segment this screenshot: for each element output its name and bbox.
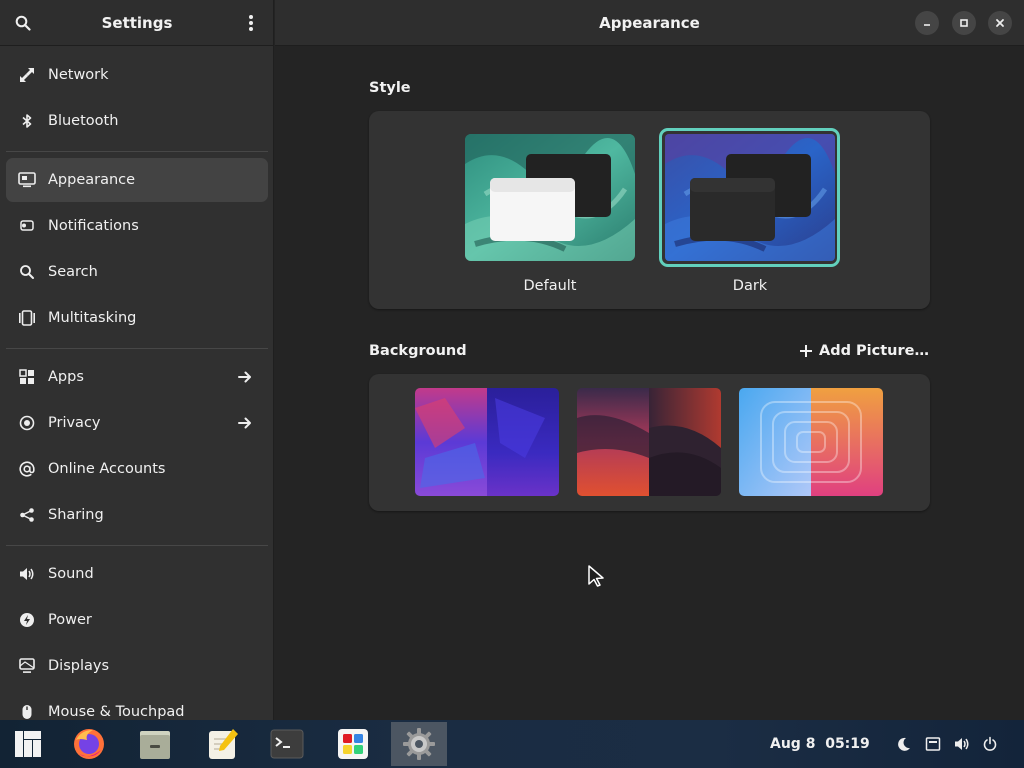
plus-icon <box>800 345 812 357</box>
sidebar-item-label: Network <box>48 67 109 83</box>
minimize-button[interactable] <box>915 11 939 35</box>
sidebar-item-multitasking[interactable]: Multitasking <box>6 296 268 340</box>
add-picture-label: Add Picture… <box>819 343 929 359</box>
settings-icon <box>403 728 435 760</box>
sidebar-item-label: Displays <box>48 658 110 674</box>
sidebar: Settings Network Bluetooth Appearance No… <box>0 0 274 720</box>
software-icon <box>338 729 368 759</box>
volume-icon[interactable] <box>953 735 971 753</box>
sidebar-item-sound[interactable]: Sound <box>6 552 268 596</box>
taskbar-clock[interactable]: Aug 8 05:19 <box>770 736 870 752</box>
taskbar-app-text-editor[interactable] <box>195 722 251 766</box>
default-style-preview <box>465 134 635 261</box>
night-light-icon[interactable] <box>895 735 913 753</box>
search-icon <box>18 263 36 281</box>
sidebar-item-label: Privacy <box>48 415 101 431</box>
menu-icon[interactable] <box>241 13 261 33</box>
clock-time: 05:19 <box>825 736 870 752</box>
style-option-label: Dark <box>732 278 768 294</box>
sidebar-item-appearance[interactable]: Appearance <box>6 158 268 202</box>
maximize-button[interactable] <box>952 11 976 35</box>
files-icon <box>140 731 170 759</box>
taskbar-app-files[interactable] <box>127 722 183 766</box>
sidebar-item-label: Multitasking <box>48 310 137 326</box>
appearance-icon <box>18 171 36 189</box>
wallpaper-thumbnail[interactable] <box>415 388 559 496</box>
sidebar-item-label: Appearance <box>48 172 136 188</box>
sidebar-item-label: Search <box>48 264 98 280</box>
sidebar-item-apps[interactable]: Apps <box>6 355 268 399</box>
sharing-icon <box>18 506 36 524</box>
apps-icon <box>18 368 36 386</box>
sidebar-item-label: Sharing <box>48 507 104 523</box>
taskbar-app-firefox[interactable] <box>61 722 117 766</box>
sound-icon <box>18 565 36 583</box>
clock-date: Aug 8 <box>770 736 816 752</box>
style-option-label: Default <box>523 278 577 294</box>
arrow-right-icon <box>236 414 254 432</box>
sidebar-item-notifications[interactable]: Notifications <box>6 204 268 248</box>
sidebar-divider <box>6 151 268 152</box>
sidebar-item-bluetooth[interactable]: Bluetooth <box>6 99 268 143</box>
bluetooth-icon <box>18 112 36 130</box>
page-title: Appearance <box>599 14 700 32</box>
sidebar-header: Settings <box>0 0 273 46</box>
dark-style-preview <box>665 134 835 261</box>
style-card: Default Dark <box>369 111 930 309</box>
style-section-label: Style <box>369 80 411 96</box>
network-wired-icon[interactable] <box>924 735 942 753</box>
sidebar-item-power[interactable]: Power <box>6 598 268 642</box>
background-section-label: Background <box>369 343 467 359</box>
close-button[interactable] <box>988 11 1012 35</box>
network-icon <box>18 66 36 84</box>
taskbar-app-settings[interactable] <box>391 722 447 766</box>
wallpaper-thumbnail[interactable] <box>577 388 721 496</box>
text-editor-icon <box>209 729 238 759</box>
displays-icon <box>18 657 36 675</box>
manjaro-icon <box>15 731 41 757</box>
sidebar-item-displays[interactable]: Displays <box>6 644 268 688</box>
multitasking-icon <box>18 309 36 327</box>
taskbar: Aug 8 05:19 <box>0 720 1024 768</box>
power-off-icon[interactable] <box>981 735 999 753</box>
taskbar-app-software[interactable] <box>325 722 381 766</box>
sidebar-item-online-accounts[interactable]: Online Accounts <box>6 447 268 491</box>
sidebar-item-label: Online Accounts <box>48 461 166 477</box>
sidebar-item-label: Mouse & Touchpad <box>48 704 185 720</box>
add-picture-button[interactable]: Add Picture… <box>799 343 929 359</box>
sidebar-divider <box>6 348 268 349</box>
settings-window: Settings Network Bluetooth Appearance No… <box>0 0 1024 720</box>
arrow-right-icon <box>236 368 254 386</box>
sidebar-item-mouse-touchpad[interactable]: Mouse & Touchpad <box>6 690 268 720</box>
terminal-icon <box>270 729 304 759</box>
privacy-icon <box>18 414 36 432</box>
sidebar-item-label: Notifications <box>48 218 139 234</box>
main-panel: Appearance Style Default Dark Background… <box>275 0 1024 720</box>
wallpaper-thumbnail[interactable] <box>739 388 883 496</box>
main-header: Appearance <box>275 0 1024 46</box>
sidebar-item-privacy[interactable]: Privacy <box>6 401 268 445</box>
sidebar-item-sharing[interactable]: Sharing <box>6 493 268 537</box>
notifications-icon <box>18 217 36 235</box>
sidebar-item-search[interactable]: Search <box>6 250 268 294</box>
sidebar-divider <box>6 545 268 546</box>
power-icon <box>18 611 36 629</box>
taskbar-app-terminal[interactable] <box>259 722 315 766</box>
firefox-icon <box>74 729 104 759</box>
sidebar-item-network[interactable]: Network <box>6 53 268 97</box>
sidebar-item-label: Sound <box>48 566 94 582</box>
sidebar-item-label: Apps <box>48 369 84 385</box>
sidebar-title: Settings <box>101 14 173 32</box>
mouse-pointer-icon <box>588 565 604 587</box>
sidebar-item-label: Power <box>48 612 92 628</box>
background-card <box>369 374 930 511</box>
online-accounts-icon <box>18 460 36 478</box>
taskbar-app-manjaro[interactable] <box>0 722 56 766</box>
mouse-icon <box>18 703 36 720</box>
sidebar-item-label: Bluetooth <box>48 113 119 129</box>
